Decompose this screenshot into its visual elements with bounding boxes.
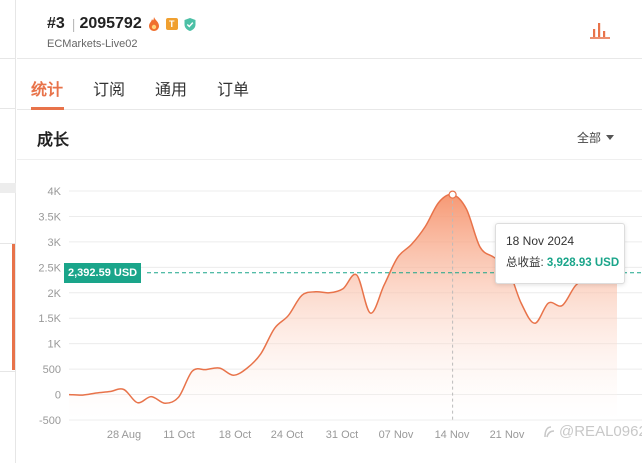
period-filter-dropdown[interactable]: 全部 bbox=[577, 129, 615, 146]
verified-shield-icon bbox=[184, 17, 196, 31]
x-tick-label: 31 Oct bbox=[326, 429, 358, 441]
x-tick-label: 18 Oct bbox=[219, 429, 251, 441]
account-id: 2095792 bbox=[79, 15, 142, 32]
divider bbox=[0, 58, 16, 59]
x-tick-label: 14 Nov bbox=[435, 429, 470, 441]
previous-panel-edge bbox=[0, 0, 16, 463]
y-tick-label: 3.5K bbox=[38, 211, 61, 223]
divider bbox=[0, 183, 16, 193]
tooltip-value: 3,928.93 USD bbox=[546, 257, 620, 269]
watermark-logo-icon bbox=[544, 425, 555, 437]
tab-subscribe[interactable]: 订阅 bbox=[93, 76, 125, 100]
x-tick-label: 07 Nov bbox=[379, 429, 414, 441]
trader-badge-icon: T bbox=[165, 18, 178, 30]
period-filter-label: 全部 bbox=[577, 131, 602, 145]
x-tick-label: 24 Oct bbox=[271, 429, 303, 441]
y-tick-label: -500 bbox=[39, 415, 61, 427]
active-indicator bbox=[12, 244, 15, 370]
y-tick-label: 1.5K bbox=[38, 313, 61, 325]
fire-icon bbox=[148, 17, 159, 31]
y-tick-label: 3K bbox=[48, 237, 62, 249]
y-tick-label: 2K bbox=[48, 288, 62, 300]
x-tick-label: 28 Aug bbox=[107, 429, 141, 441]
tooltip-row: 总收益: 3,928.93 USD bbox=[506, 254, 624, 270]
server-name: ECMarkets-Live02 bbox=[47, 38, 138, 50]
growth-chart-svg: 4K 3.5K 3K 2.5K 2K 1.5K 1K 500 0 -500 28 Aug 11 Oct… bbox=[38, 186, 642, 441]
x-tick-label: 21 Nov bbox=[490, 429, 525, 441]
section-title: 成长 bbox=[37, 132, 70, 149]
caret-down-icon bbox=[606, 135, 615, 140]
account-detail-panel: #3 | 2095792 T ECMarkets-Live02 统计 订阅 通用… bbox=[17, 0, 642, 463]
growth-section-header: 成长 全部 bbox=[17, 110, 642, 160]
tab-general[interactable]: 通用 bbox=[155, 76, 187, 100]
account-rank: #3 bbox=[47, 15, 65, 32]
highlight-point bbox=[448, 190, 457, 199]
y-tick-label: 0 bbox=[55, 390, 61, 402]
tooltip-label: 总收益: bbox=[506, 257, 544, 269]
account-header: #3 | 2095792 T ECMarkets-Live02 bbox=[17, 0, 642, 59]
divider bbox=[0, 108, 16, 109]
y-tick-label: 2.5K bbox=[38, 262, 61, 274]
account-title: #3 | 2095792 T bbox=[47, 15, 196, 33]
tab-bar: 统计 订阅 通用 订单 bbox=[17, 60, 642, 110]
title-separator: | bbox=[71, 16, 76, 32]
x-tick-label: 11 Oct bbox=[163, 429, 195, 441]
watermark-text: @REAL0962 bbox=[559, 423, 642, 440]
y-tick-label: 1K bbox=[48, 339, 62, 351]
tooltip-date: 18 Nov 2024 bbox=[506, 234, 575, 248]
tab-orders[interactable]: 订单 bbox=[217, 76, 249, 100]
divider bbox=[0, 371, 16, 372]
y-tick-label: 4K bbox=[48, 186, 62, 198]
y-tick-label: 500 bbox=[43, 364, 61, 376]
tab-statistics[interactable]: 统计 bbox=[31, 76, 63, 100]
chart-tooltip: 18 Nov 2024 总收益: 3,928.93 USD bbox=[495, 223, 625, 284]
watermark: @REAL0962 bbox=[542, 423, 642, 440]
reference-value-label: 2,392.59 USD bbox=[64, 262, 142, 283]
growth-chart[interactable]: 4K 3.5K 3K 2.5K 2K 1.5K 1K 500 0 -500 28 Aug 11 Oct… bbox=[17, 160, 642, 463]
bar-chart-icon[interactable] bbox=[589, 20, 611, 40]
